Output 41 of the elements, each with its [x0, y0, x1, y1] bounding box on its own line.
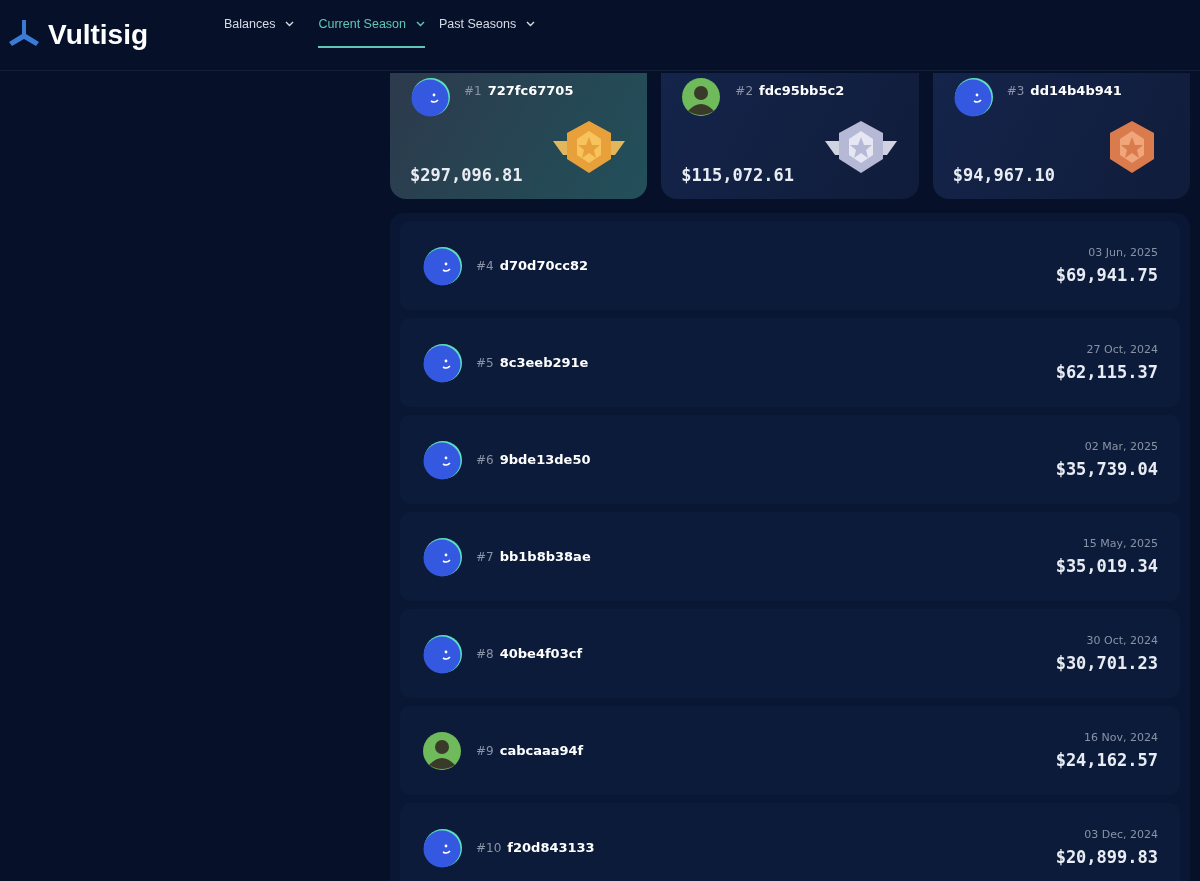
rank-label: #2 [735, 84, 754, 98]
balance-amount: $20,899.83 [1055, 847, 1158, 867]
nav-tab[interactable]: Current Season [318, 2, 425, 48]
rank-label: #9 [476, 744, 494, 758]
player-name: bb1b8b38ae [499, 549, 591, 564]
date-label: 03 Jun, 2025 [1088, 246, 1158, 259]
player-name: 9bde13de50 [499, 452, 591, 467]
balance-amount: $69,941.75 [1055, 265, 1158, 285]
rank-label: #6 [476, 453, 494, 467]
player-name: 8c3eeb291e [499, 355, 589, 370]
player-name: 727fc67705 [487, 83, 574, 98]
rank-label: #8 [476, 647, 494, 661]
player-name: f20d843133 [507, 840, 595, 855]
player-name: fdc95bb5c2 [759, 83, 845, 98]
balance-amount: $35,019.34 [1055, 556, 1158, 576]
rank-label: #4 [476, 259, 494, 273]
rank-label: #1 [464, 84, 482, 98]
balance-amount: $94,967.10 [952, 165, 1056, 185]
player-name: 40be4f03cf [499, 646, 583, 661]
player-name: d70d70cc82 [499, 258, 588, 273]
balance-amount: $62,115.37 [1055, 362, 1158, 382]
rank-label: #10 [476, 841, 502, 855]
nav-tab[interactable]: Past Seasons [439, 2, 536, 48]
balance-amount: $24,162.57 [1055, 750, 1158, 770]
player-name: cabcaaa94f [499, 743, 584, 758]
date-label: 15 May, 2025 [1082, 537, 1158, 550]
rank-label: #3 [1006, 84, 1025, 98]
rank-label: #5 [476, 356, 494, 370]
brand-name: Vultisig [48, 19, 149, 51]
date-label: 03 Dec, 2024 [1084, 828, 1158, 841]
date-label: 27 Oct, 2024 [1086, 343, 1158, 356]
player-name: dd14b4b941 [1030, 83, 1122, 98]
balance-amount: $115,072.61 [681, 165, 795, 185]
balance-amount: $35,739.04 [1055, 459, 1158, 479]
rank-label: #7 [476, 550, 494, 564]
nav-tab[interactable]: Balances [224, 2, 295, 48]
date-label: 16 Nov, 2024 [1084, 731, 1158, 744]
balance-amount: $30,701.23 [1055, 653, 1158, 673]
date-label: 30 Oct, 2024 [1086, 634, 1158, 647]
balance-amount: $297,096.81 [410, 165, 524, 185]
date-label: 02 Mar, 2025 [1084, 440, 1158, 453]
